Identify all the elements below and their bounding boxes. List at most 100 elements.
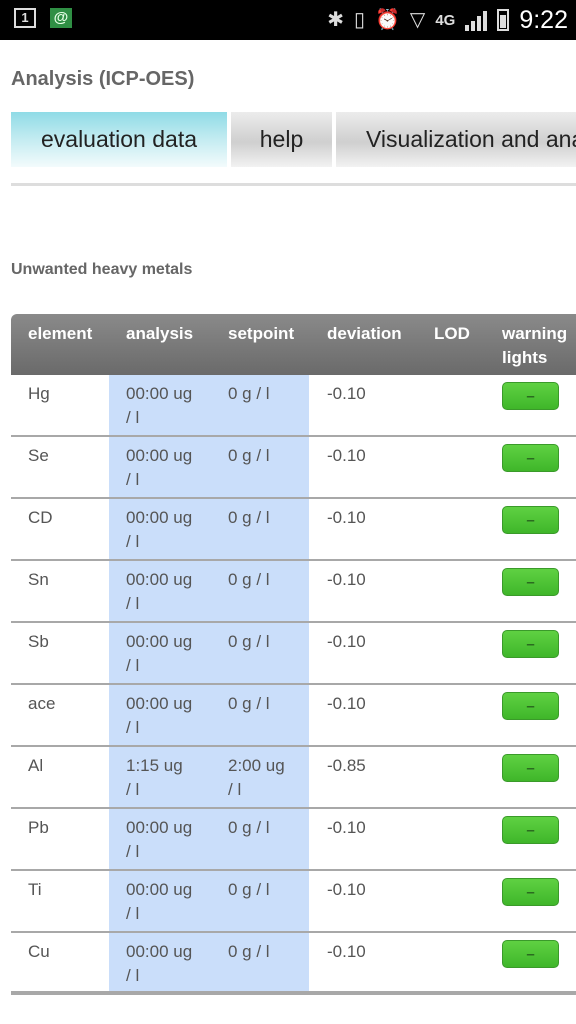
cell-analysis: 00:00 ug / l (126, 382, 210, 430)
cell-analysis-unit: / l (126, 656, 140, 675)
warning-light-button[interactable]: – (502, 568, 559, 596)
cell-analysis: 00:00 ug / l (126, 568, 210, 616)
table-row: CD 00:00 ug / l 0 g / l -0.10 – (11, 499, 576, 561)
cell-analysis-unit: / l (126, 780, 140, 799)
cell-analysis-value: 00:00 ug (126, 570, 193, 589)
cell-deviation: -0.10 (327, 942, 366, 961)
cell-analysis: 00:00 ug / l (126, 816, 210, 864)
header-warning-line1: warning (502, 324, 568, 343)
cell-deviation: -0.10 (327, 818, 366, 837)
cell-element: Pb (28, 818, 49, 837)
email-notification-icon: @ (50, 8, 72, 28)
warning-light-button[interactable]: – (502, 878, 559, 906)
cell-analysis-unit: / l (126, 966, 140, 985)
cell-analysis: 00:00 ug / l (126, 444, 210, 492)
cell-analysis-value: 1:15 ug (126, 756, 183, 775)
table-body: Hg 00:00 ug / l0 g / l -0.10– Se 00:00 ug / l0… (11, 375, 576, 995)
table-row: Ti 00:00 ug / l 0 g / l -0.10 – (11, 871, 576, 933)
alarm-icon: ⏰ (375, 9, 400, 31)
table-header: element analysis setpoint deviation LOD … (11, 314, 576, 375)
warning-light-button[interactable]: – (502, 940, 559, 968)
clock: 9:22 (519, 5, 568, 34)
warning-light-button[interactable]: – (502, 754, 559, 782)
cell-analysis-value: 00:00 ug (126, 694, 193, 713)
rotate-icon: ▯ (354, 9, 366, 31)
cell-setpoint-value: 0 g / l (228, 446, 270, 465)
notification-count-icon: 1 (14, 8, 36, 28)
cell-setpoint: 0 g / l (228, 444, 308, 468)
cell-analysis-unit: / l (126, 594, 140, 613)
warning-light-button[interactable]: – (502, 444, 559, 472)
cell-analysis-unit: / l (126, 470, 140, 489)
cell-setpoint-value: 0 g / l (228, 818, 270, 837)
cell-setpoint-value: 0 g / l (228, 570, 270, 589)
network-type: 4G (435, 11, 456, 29)
cell-analysis-unit: / l (126, 842, 140, 861)
cell-analysis: 00:00 ug / l (126, 878, 210, 926)
bluetooth-icon: ✱ (327, 9, 344, 31)
tab-visualization[interactable]: Visualization and analysis (336, 112, 576, 167)
cell-setpoint: 0 g / l (228, 878, 308, 902)
battery-icon (497, 9, 510, 31)
page-title: Analysis (ICP-OES) (11, 68, 195, 90)
cell-setpoint-value: 0 g / l (228, 632, 270, 651)
cell-setpoint: 0 g / l (228, 940, 308, 964)
cell-setpoint-value: 0 g / l (228, 942, 270, 961)
tab-help[interactable]: help (231, 112, 332, 167)
cell-element: Sb (28, 632, 49, 651)
cell-analysis: 00:00 ug / l (126, 692, 210, 740)
cell-deviation: -0.10 (327, 508, 366, 527)
cell-setpoint: 0 g / l (228, 382, 308, 406)
cell-setpoint-unit: / l (228, 780, 242, 799)
cell-analysis: 00:00 ug / l (126, 940, 210, 988)
cell-element: Ti (28, 880, 42, 899)
cell-deviation: -0.10 (327, 694, 366, 713)
cell-element: CD (28, 508, 53, 527)
warning-light-button[interactable]: – (502, 382, 559, 410)
warning-light-button[interactable]: – (502, 692, 559, 720)
cell-analysis-unit: / l (126, 718, 140, 737)
cell-deviation: -0.10 (327, 880, 366, 899)
cell-setpoint: 0 g / l (228, 506, 308, 530)
cell-setpoint: 0 g / l (228, 568, 308, 592)
table-row: Pb 00:00 ug / l 0 g / l -0.10 – (11, 809, 576, 871)
warning-light-button[interactable]: – (502, 506, 559, 534)
warning-light-button[interactable]: – (502, 630, 559, 658)
header-lod: LOD (434, 324, 470, 343)
table-row: Se 00:00 ug / l 0 g / l -0.10 – (11, 437, 576, 499)
cell-analysis-unit: / l (126, 904, 140, 923)
cell-setpoint: 0 g / l (228, 630, 308, 654)
cell-element: ace (28, 694, 56, 713)
cell-analysis: 00:00 ug / l (126, 506, 210, 554)
cell-setpoint-value: 0 g / l (228, 880, 270, 899)
status-bar: 1 @ ✱ ▯ ⏰ ▽ 4G 9:22 (0, 0, 576, 40)
cell-analysis-unit: / l (126, 532, 140, 551)
cell-deviation: -0.10 (327, 632, 366, 651)
cell-setpoint-value: 0 g / l (228, 508, 270, 527)
cell-analysis-unit: / l (126, 408, 140, 427)
cell-setpoint: 0 g / l (228, 816, 308, 840)
tab-evaluation-data[interactable]: evaluation data (11, 112, 227, 167)
cell-setpoint: 0 g / l (228, 692, 308, 716)
wifi-icon: ▽ (409, 9, 426, 31)
cell-setpoint-value: 2:00 ug (228, 756, 285, 775)
cell-analysis-value: 00:00 ug (126, 880, 193, 899)
signal-icon (465, 9, 488, 31)
cell-setpoint-value: 0 g / l (228, 384, 270, 403)
warning-light-button[interactable]: – (502, 816, 559, 844)
cell-deviation: -0.10 (327, 446, 366, 465)
header-warning-line2: lights (502, 348, 548, 367)
cell-analysis: 1:15 ug / l (126, 754, 210, 802)
section-title: Unwanted heavy metals (11, 261, 193, 278)
cell-analysis: 00:00 ug / l (126, 630, 210, 678)
header-analysis: analysis (126, 324, 194, 343)
cell-deviation: -0.85 (327, 756, 366, 775)
table-row: ace 00:00 ug / l 0 g / l -0.10 – (11, 685, 576, 747)
table-row: Al 1:15 ug / l 2:00 ug / l -0.85 – (11, 747, 576, 809)
cell-deviation: -0.10 (327, 384, 366, 403)
table-row: Sb 00:00 ug / l 0 g / l -0.10 – (11, 623, 576, 685)
cell-setpoint: 2:00 ug / l (228, 754, 308, 802)
cell-element: Hg (28, 384, 50, 403)
tabs-divider (11, 183, 576, 186)
cell-element: Se (28, 446, 49, 465)
